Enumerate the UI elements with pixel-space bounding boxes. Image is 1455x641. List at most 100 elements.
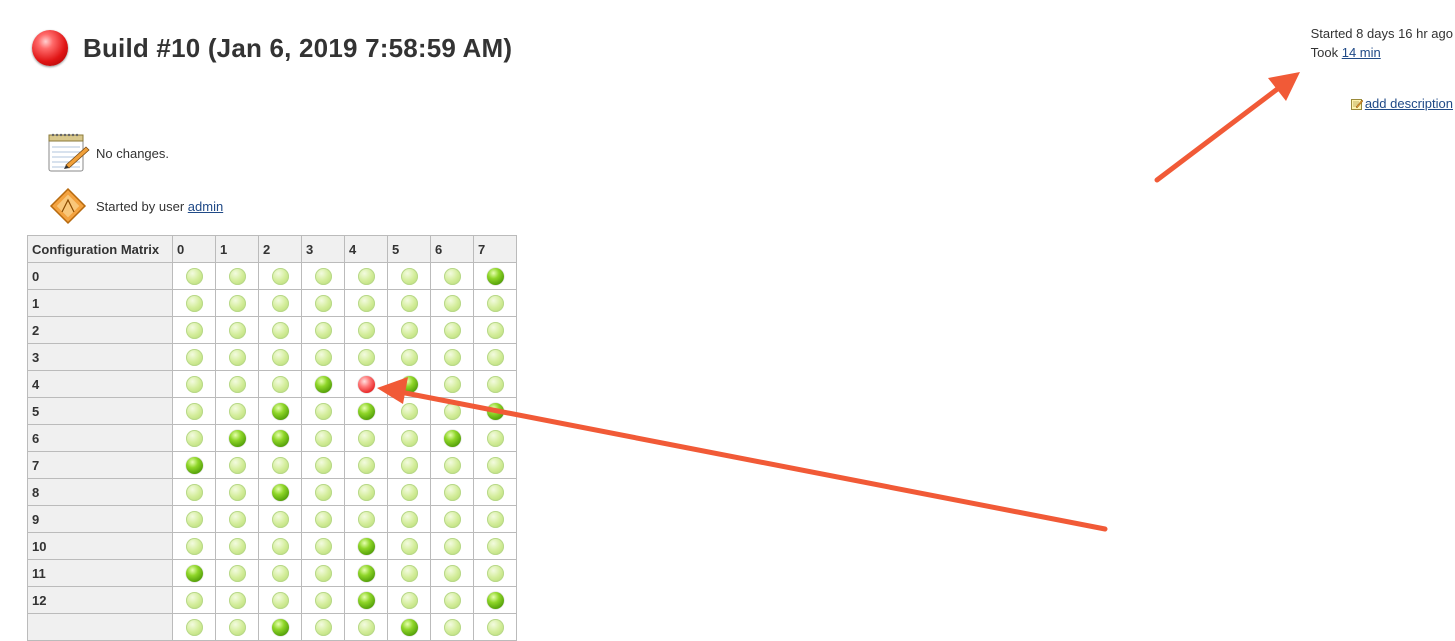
success-faded-ball-icon[interactable] <box>400 321 418 339</box>
success-green-ball-icon[interactable] <box>357 537 375 555</box>
success-faded-ball-icon[interactable] <box>443 402 461 420</box>
success-faded-ball-icon[interactable] <box>443 321 461 339</box>
success-faded-ball-icon[interactable] <box>314 483 332 501</box>
success-faded-ball-icon[interactable] <box>185 267 203 285</box>
success-faded-ball-icon[interactable] <box>400 267 418 285</box>
failed-red-ball-icon[interactable] <box>357 375 375 393</box>
success-faded-ball-icon[interactable] <box>314 402 332 420</box>
success-faded-ball-icon[interactable] <box>443 294 461 312</box>
success-green-ball-icon[interactable] <box>271 483 289 501</box>
success-faded-ball-icon[interactable] <box>443 591 461 609</box>
success-green-ball-icon[interactable] <box>357 564 375 582</box>
success-green-ball-icon[interactable] <box>357 591 375 609</box>
success-faded-ball-icon[interactable] <box>228 564 246 582</box>
success-faded-ball-icon[interactable] <box>443 483 461 501</box>
success-green-ball-icon[interactable] <box>400 618 418 636</box>
success-faded-ball-icon[interactable] <box>185 321 203 339</box>
success-faded-ball-icon[interactable] <box>357 267 375 285</box>
success-faded-ball-icon[interactable] <box>486 321 504 339</box>
success-faded-ball-icon[interactable] <box>271 591 289 609</box>
success-faded-ball-icon[interactable] <box>486 564 504 582</box>
success-faded-ball-icon[interactable] <box>271 321 289 339</box>
success-green-ball-icon[interactable] <box>271 402 289 420</box>
success-faded-ball-icon[interactable] <box>486 375 504 393</box>
success-faded-ball-icon[interactable] <box>357 456 375 474</box>
success-faded-ball-icon[interactable] <box>228 321 246 339</box>
success-faded-ball-icon[interactable] <box>357 321 375 339</box>
success-faded-ball-icon[interactable] <box>400 348 418 366</box>
success-faded-ball-icon[interactable] <box>314 429 332 447</box>
success-faded-ball-icon[interactable] <box>443 537 461 555</box>
success-faded-ball-icon[interactable] <box>443 348 461 366</box>
success-faded-ball-icon[interactable] <box>228 537 246 555</box>
success-faded-ball-icon[interactable] <box>185 294 203 312</box>
success-faded-ball-icon[interactable] <box>400 294 418 312</box>
success-faded-ball-icon[interactable] <box>443 456 461 474</box>
success-faded-ball-icon[interactable] <box>228 456 246 474</box>
success-faded-ball-icon[interactable] <box>400 564 418 582</box>
add-description-link[interactable]: add description <box>1365 96 1453 111</box>
success-green-ball-icon[interactable] <box>185 564 203 582</box>
success-faded-ball-icon[interactable] <box>486 510 504 528</box>
success-faded-ball-icon[interactable] <box>443 375 461 393</box>
success-faded-ball-icon[interactable] <box>271 294 289 312</box>
success-faded-ball-icon[interactable] <box>228 294 246 312</box>
success-faded-ball-icon[interactable] <box>443 618 461 636</box>
success-faded-ball-icon[interactable] <box>271 348 289 366</box>
success-faded-ball-icon[interactable] <box>357 348 375 366</box>
success-green-ball-icon[interactable] <box>271 618 289 636</box>
success-faded-ball-icon[interactable] <box>271 456 289 474</box>
success-green-ball-icon[interactable] <box>271 429 289 447</box>
success-faded-ball-icon[interactable] <box>357 510 375 528</box>
success-faded-ball-icon[interactable] <box>185 348 203 366</box>
success-faded-ball-icon[interactable] <box>271 537 289 555</box>
success-faded-ball-icon[interactable] <box>185 402 203 420</box>
success-faded-ball-icon[interactable] <box>228 618 246 636</box>
user-admin-link[interactable]: admin <box>188 199 223 214</box>
success-faded-ball-icon[interactable] <box>357 618 375 636</box>
success-faded-ball-icon[interactable] <box>185 537 203 555</box>
success-faded-ball-icon[interactable] <box>443 267 461 285</box>
success-faded-ball-icon[interactable] <box>228 348 246 366</box>
success-green-ball-icon[interactable] <box>486 267 504 285</box>
success-faded-ball-icon[interactable] <box>486 456 504 474</box>
success-faded-ball-icon[interactable] <box>400 510 418 528</box>
success-faded-ball-icon[interactable] <box>357 429 375 447</box>
success-green-ball-icon[interactable] <box>185 456 203 474</box>
success-faded-ball-icon[interactable] <box>357 483 375 501</box>
success-green-ball-icon[interactable] <box>486 591 504 609</box>
success-faded-ball-icon[interactable] <box>400 456 418 474</box>
success-green-ball-icon[interactable] <box>228 429 246 447</box>
success-faded-ball-icon[interactable] <box>400 591 418 609</box>
success-faded-ball-icon[interactable] <box>314 564 332 582</box>
success-faded-ball-icon[interactable] <box>400 429 418 447</box>
success-faded-ball-icon[interactable] <box>271 267 289 285</box>
success-faded-ball-icon[interactable] <box>185 591 203 609</box>
success-faded-ball-icon[interactable] <box>228 402 246 420</box>
success-faded-ball-icon[interactable] <box>228 510 246 528</box>
success-faded-ball-icon[interactable] <box>400 402 418 420</box>
success-faded-ball-icon[interactable] <box>314 456 332 474</box>
success-faded-ball-icon[interactable] <box>228 591 246 609</box>
duration-link[interactable]: 14 min <box>1342 45 1381 60</box>
success-faded-ball-icon[interactable] <box>271 510 289 528</box>
success-green-ball-icon[interactable] <box>486 402 504 420</box>
success-faded-ball-icon[interactable] <box>486 294 504 312</box>
success-faded-ball-icon[interactable] <box>228 267 246 285</box>
success-faded-ball-icon[interactable] <box>314 510 332 528</box>
success-faded-ball-icon[interactable] <box>314 294 332 312</box>
success-faded-ball-icon[interactable] <box>185 375 203 393</box>
success-faded-ball-icon[interactable] <box>314 321 332 339</box>
success-faded-ball-icon[interactable] <box>314 618 332 636</box>
success-faded-ball-icon[interactable] <box>185 618 203 636</box>
success-faded-ball-icon[interactable] <box>400 483 418 501</box>
success-faded-ball-icon[interactable] <box>228 483 246 501</box>
success-faded-ball-icon[interactable] <box>228 375 246 393</box>
success-green-ball-icon[interactable] <box>314 375 332 393</box>
success-faded-ball-icon[interactable] <box>486 429 504 447</box>
success-green-ball-icon[interactable] <box>400 375 418 393</box>
success-faded-ball-icon[interactable] <box>271 564 289 582</box>
success-green-ball-icon[interactable] <box>443 429 461 447</box>
success-faded-ball-icon[interactable] <box>400 537 418 555</box>
success-faded-ball-icon[interactable] <box>314 267 332 285</box>
